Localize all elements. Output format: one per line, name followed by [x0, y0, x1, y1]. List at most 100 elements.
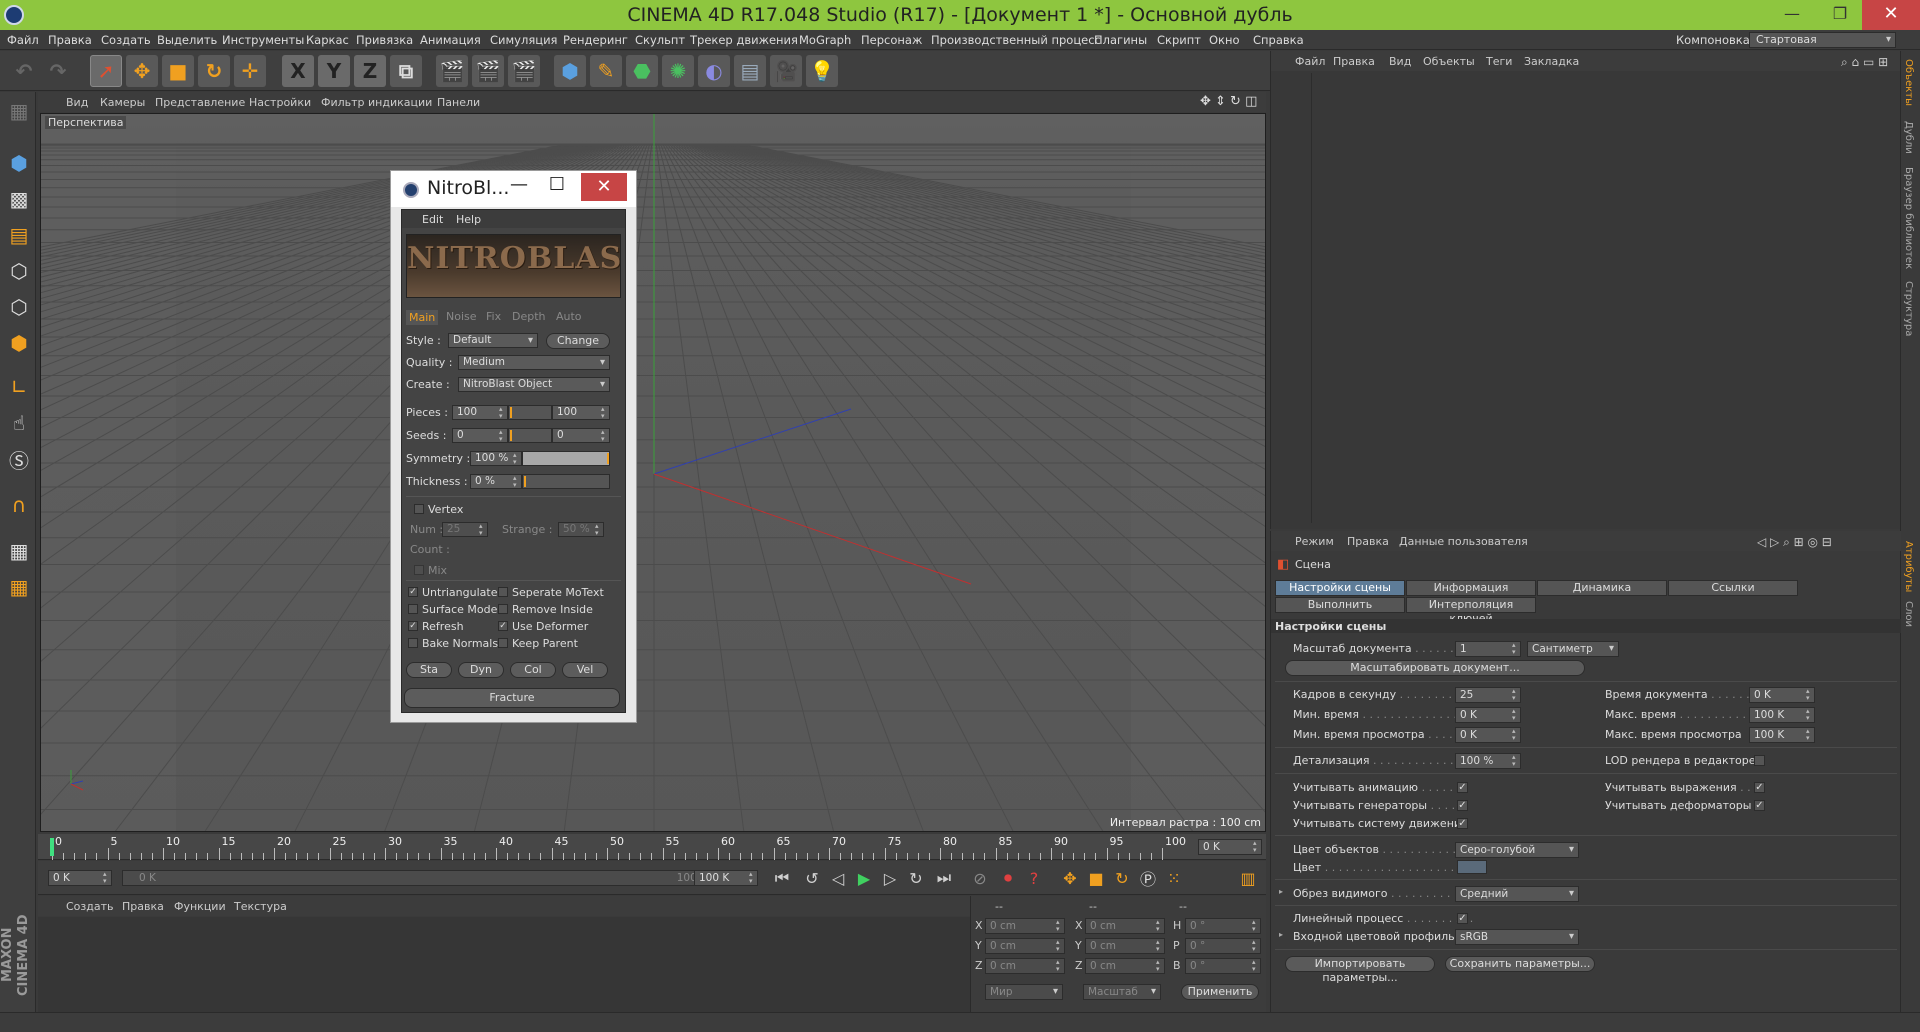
rotate-tool-icon[interactable]: ↻: [198, 55, 230, 87]
move-tool-icon[interactable]: ✥: [126, 55, 158, 87]
edges-mode-icon[interactable]: ⬡: [4, 292, 34, 322]
render-picture-viewer-icon[interactable]: 🎬: [472, 55, 504, 87]
min-time-field[interactable]: 0 K: [1455, 707, 1521, 723]
obj-menu-view[interactable]: Вид: [1389, 55, 1411, 68]
material-manager-area[interactable]: [38, 917, 970, 1012]
tab-structure[interactable]: Структура: [1903, 281, 1914, 336]
coordinate-system-icon[interactable]: ⧉: [390, 55, 422, 87]
color-swatch[interactable]: [1457, 860, 1487, 874]
nitro-tab-auto[interactable]: Auto: [556, 310, 582, 323]
x-axis-lock-icon[interactable]: X: [282, 55, 314, 87]
record-keys-icon[interactable]: ⊘: [968, 867, 992, 889]
pieces-max-field[interactable]: 100: [552, 405, 610, 420]
vertex-checkbox[interactable]: [414, 504, 424, 514]
doc-scale-field[interactable]: 1: [1455, 641, 1521, 657]
viewport-menu-view[interactable]: Вид: [66, 96, 88, 109]
obj-menu-bookmarks[interactable]: Закладка: [1524, 55, 1579, 68]
points-mode-icon[interactable]: ⬡: [4, 256, 34, 286]
recent-tool-icon[interactable]: ✛: [234, 55, 266, 87]
tab-content-browser[interactable]: Браузер библиотек: [1903, 167, 1914, 269]
workplane-mode-icon[interactable]: ▤: [4, 220, 34, 250]
nitro-tab-fix[interactable]: Fix: [486, 310, 501, 323]
current-frame-field[interactable]: 0 K: [1198, 839, 1262, 855]
nitro-menu-edit[interactable]: Edit: [422, 213, 443, 226]
material-menu-edit[interactable]: Правка: [122, 900, 164, 913]
workplane-icon[interactable]: ▦: [4, 536, 34, 566]
obj-toolbar-icons[interactable]: ⌕ ⌂ ▭ ⊞: [1841, 55, 1888, 70]
material-menu-texture[interactable]: Текстура: [234, 900, 287, 913]
nitro-maximize-button[interactable]: ☐: [537, 171, 577, 199]
minimize-button[interactable]: —: [1770, 0, 1814, 30]
mix-checkbox[interactable]: [414, 565, 424, 575]
use-deformers-checkbox[interactable]: ✓: [1754, 800, 1765, 811]
menu-create[interactable]: Создать: [101, 33, 151, 47]
create-select[interactable]: NitroBlast Object: [458, 377, 610, 392]
import-settings-button[interactable]: Импортировать параметры...: [1285, 956, 1435, 984]
min-preview-field[interactable]: 0 K: [1455, 727, 1521, 743]
autokey-icon[interactable]: ⏺: [996, 867, 1020, 889]
quality-select[interactable]: Medium: [458, 355, 610, 370]
y-axis-lock-icon[interactable]: Y: [318, 55, 350, 87]
symmetry-field[interactable]: 100 %: [470, 451, 522, 466]
tab-scene-settings[interactable]: Настройки сцены: [1275, 580, 1405, 596]
keep-parent-checkbox[interactable]: [498, 638, 508, 648]
goto-end-icon[interactable]: ⏭: [932, 867, 956, 889]
record-rotation-icon[interactable]: ↻: [1110, 867, 1134, 889]
deformer-icon[interactable]: ◐: [698, 55, 730, 87]
menu-select[interactable]: Выделить: [157, 33, 217, 47]
tab-key-interpolation[interactable]: Интерполяция ключей: [1406, 597, 1536, 625]
use-animation-checkbox[interactable]: ✓: [1457, 782, 1468, 793]
make-editable-icon[interactable]: ▦: [4, 96, 34, 126]
menu-plugins[interactable]: Плагины: [1094, 33, 1147, 47]
menu-simulate[interactable]: Симуляция: [490, 33, 557, 47]
cube-primitive-icon[interactable]: ⬢: [554, 55, 586, 87]
snap-icon[interactable]: ∩: [4, 490, 34, 520]
next-frame-icon[interactable]: ▷: [878, 867, 902, 889]
obj-menu-tags[interactable]: Теги: [1486, 55, 1512, 68]
lod-field[interactable]: 100 %: [1455, 753, 1521, 769]
menu-animate[interactable]: Анимация: [420, 33, 481, 47]
coord-size-field[interactable]: 0 cm: [1085, 918, 1165, 934]
surface-mode-checkbox[interactable]: [408, 604, 418, 614]
use-generators-checkbox[interactable]: ✓: [1457, 800, 1468, 811]
sta-button[interactable]: Sta: [406, 662, 452, 678]
nitro-tab-main[interactable]: Main: [406, 310, 439, 325]
use-motion-checkbox[interactable]: ✓: [1457, 818, 1468, 829]
camera-icon[interactable]: 🎥: [770, 55, 802, 87]
coord-rotation-field[interactable]: 0 °: [1185, 958, 1261, 974]
obj-menu-file[interactable]: Файл: [1295, 55, 1325, 68]
preview-start-field[interactable]: 0 K: [48, 870, 112, 886]
seeds-max-field[interactable]: 0: [552, 428, 610, 443]
clip-expand-icon[interactable]: ▸: [1279, 887, 1283, 896]
attr-menu-mode[interactable]: Режим: [1295, 535, 1334, 548]
style-select[interactable]: Default: [448, 333, 538, 348]
material-menu-create[interactable]: Создать: [66, 900, 114, 913]
menu-tools[interactable]: Инструменты: [222, 33, 304, 47]
prev-key-icon[interactable]: ↺: [800, 867, 824, 889]
attr-toolbar-icons[interactable]: ◁ ▷ ⌕ ⊞ ◎ ⊟: [1757, 535, 1832, 550]
menu-snap[interactable]: Привязка: [356, 33, 413, 47]
menu-window[interactable]: Окно: [1209, 33, 1240, 47]
doc-time-field[interactable]: 0 K: [1749, 687, 1815, 703]
obj-menu-objects[interactable]: Объекты: [1423, 55, 1475, 68]
obj-menu-edit[interactable]: Правка: [1333, 55, 1375, 68]
attr-menu-edit[interactable]: Правка: [1347, 535, 1389, 548]
select-tool-icon[interactable]: ➚: [90, 55, 122, 87]
vel-button[interactable]: Vel: [562, 662, 608, 678]
menu-mograph[interactable]: MoGraph: [799, 33, 851, 47]
tab-objects[interactable]: Объекты: [1903, 59, 1914, 106]
fps-field[interactable]: 25: [1455, 687, 1521, 703]
undo-icon[interactable]: ↶: [8, 55, 40, 87]
menu-edit[interactable]: Правка: [48, 33, 92, 47]
record-position-icon[interactable]: ✥: [1058, 867, 1082, 889]
z-axis-lock-icon[interactable]: Z: [354, 55, 386, 87]
nitro-tab-noise[interactable]: Noise: [446, 310, 477, 323]
locked-workplane-icon[interactable]: ▦: [4, 572, 34, 602]
color-profile-select[interactable]: sRGB: [1455, 929, 1579, 945]
record-pla-icon[interactable]: ⁙: [1162, 867, 1186, 889]
bake-normals-checkbox[interactable]: [408, 638, 418, 648]
menu-render[interactable]: Рендеринг: [563, 33, 628, 47]
scale-tool-icon[interactable]: ■: [162, 55, 194, 87]
record-scale-icon[interactable]: ■: [1084, 867, 1108, 889]
max-preview-field[interactable]: 100 K: [1749, 727, 1815, 743]
